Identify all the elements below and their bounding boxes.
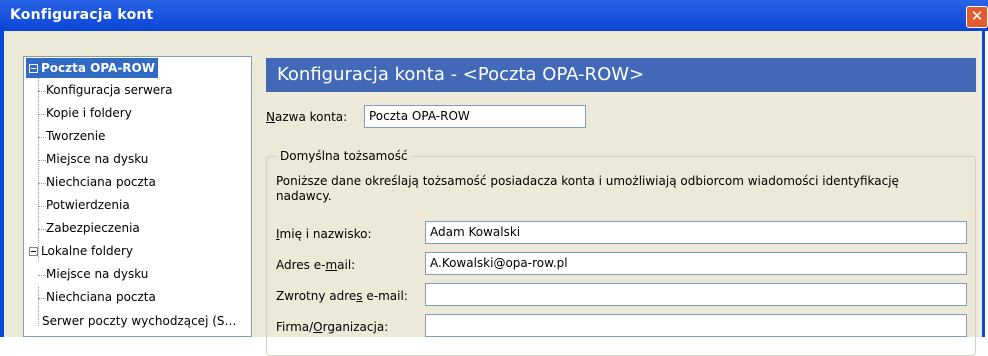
tree-item-local-folders[interactable]: Lokalne foldery — [29, 241, 133, 261]
account-name-label: Nazwa konta: — [266, 110, 348, 124]
identity-description: Poniższe dane określają tożsamość posiad… — [276, 174, 899, 203]
tree-item-copies-folders[interactable]: Kopie i foldery — [46, 103, 132, 123]
tree-connector — [38, 229, 46, 230]
window-title: Konfiguracja kont — [10, 7, 154, 23]
tree-connector — [38, 206, 46, 207]
full-name-label: Imię i nazwisko: — [276, 227, 372, 241]
tree-item-receipts[interactable]: Potwierdzenia — [46, 195, 130, 215]
tree-item-label: Potwierdzenia — [46, 198, 130, 212]
tree-item-label: Niechciana poczta — [46, 290, 156, 304]
email-label: Adres e-mail: — [276, 258, 356, 272]
close-icon: ✕ — [970, 7, 984, 25]
tree-connector — [38, 183, 46, 184]
organization-label: Firma/Organizacja: — [276, 320, 389, 334]
title-bar: Konfiguracja kont ✕ — [0, 0, 988, 31]
tree-item-label: Poczta OPA-ROW — [41, 61, 155, 75]
collapse-icon[interactable] — [29, 64, 38, 73]
tree-connector — [38, 77, 39, 261]
close-button[interactable]: ✕ — [966, 6, 988, 28]
tree-item-label: Miejsce na dysku — [46, 152, 149, 166]
organization-input[interactable] — [425, 314, 967, 337]
email-input[interactable]: A.Kowalski@opa-row.pl — [425, 252, 967, 275]
tree-item-label: Zabezpieczenia — [46, 221, 140, 235]
tree-item-disk-space[interactable]: Miejsce na dysku — [46, 149, 148, 169]
identity-legend: Domyślna tożsamość — [276, 149, 412, 163]
tree-item-label: Tworzenie — [46, 129, 106, 143]
tree-item-label: Serwer poczty wychodzącej (S… — [42, 314, 237, 328]
tree-item-label: Niechciana poczta — [46, 175, 156, 189]
reply-to-input[interactable] — [425, 283, 967, 306]
tree-item-outgoing-server[interactable]: Serwer poczty wychodzącej (S… — [42, 311, 237, 331]
tree-item-local-junk-mail[interactable]: Niechciana poczta — [46, 287, 156, 307]
tree-connector — [38, 91, 46, 92]
tree-item-label: Lokalne foldery — [41, 244, 133, 258]
tree-item-security[interactable]: Zabezpieczenia — [46, 218, 140, 238]
panel-header: Konfiguracja konta - <Poczta OPA-ROW> — [266, 58, 976, 92]
tree-connector — [38, 160, 46, 161]
tree-connector — [38, 137, 46, 138]
tree-item-local-disk-space[interactable]: Miejsce na dysku — [46, 264, 148, 284]
tree-connector — [38, 287, 39, 326]
tree-connector — [38, 275, 46, 276]
tree-item-label: Konfiguracja serwera — [46, 83, 173, 97]
tree-item-label: Kopie i foldery — [46, 106, 132, 120]
reply-to-label: Zwrotny adres e-mail: — [276, 289, 408, 303]
tree-item-label: Miejsce na dysku — [46, 267, 149, 281]
collapse-icon[interactable] — [29, 247, 38, 256]
tree-item-junk-mail[interactable]: Niechciana poczta — [46, 172, 156, 192]
tree-connector — [38, 114, 46, 115]
tree-item-server-config[interactable]: Konfiguracja serwera — [46, 80, 172, 100]
full-name-input[interactable]: Adam Kowalski — [425, 221, 967, 244]
tree-item-poczta-opa-row[interactable]: Poczta OPA-ROW — [26, 58, 158, 78]
account-name-input[interactable]: Poczta OPA-ROW — [364, 105, 586, 128]
tree-connector — [38, 298, 46, 299]
tree-item-composition[interactable]: Tworzenie — [46, 126, 105, 146]
